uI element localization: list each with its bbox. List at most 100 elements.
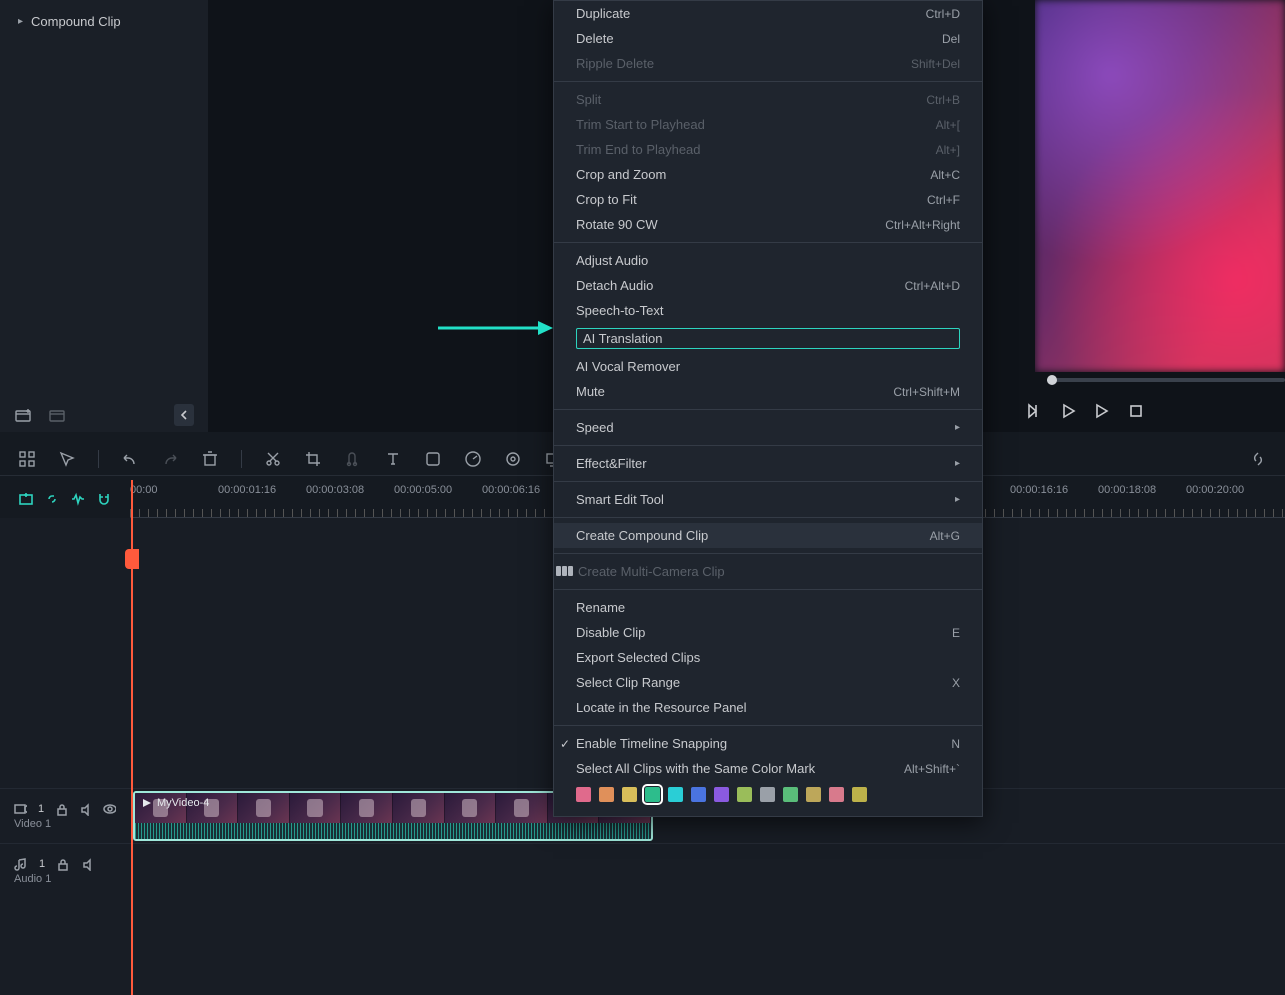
- prev-frame-icon[interactable]: [1025, 402, 1043, 420]
- magnet-icon[interactable]: [96, 491, 112, 507]
- wave-track-icon[interactable]: [70, 491, 86, 507]
- folder-icon[interactable]: [48, 406, 66, 424]
- menu-item-mute[interactable]: MuteCtrl+Shift+M: [554, 379, 982, 404]
- menu-item-smart-edit-tool[interactable]: Smart Edit Tool▸: [554, 487, 982, 512]
- play-icon[interactable]: [1059, 402, 1077, 420]
- color-swatch[interactable]: [622, 787, 637, 802]
- ruler-tick: 00:00:18:08: [1098, 484, 1156, 496]
- menu-item-label: Select All Clips with the Same Color Mar…: [576, 761, 904, 776]
- stop-icon[interactable]: [1127, 402, 1145, 420]
- menu-item-label: AI Vocal Remover: [576, 359, 960, 374]
- color-icon[interactable]: [504, 450, 522, 468]
- menu-item-ripple-delete: Ripple DeleteShift+Del: [554, 51, 982, 76]
- color-swatch[interactable]: [806, 787, 821, 802]
- chevron-left-icon: [179, 410, 189, 420]
- link-track-icon[interactable]: [44, 491, 60, 507]
- lock-icon[interactable]: [56, 857, 70, 871]
- menu-item-rotate-90-cw[interactable]: Rotate 90 CWCtrl+Alt+Right: [554, 212, 982, 237]
- menu-item-label: Smart Edit Tool: [576, 492, 947, 507]
- menu-item-crop-to-fit[interactable]: Crop to FitCtrl+F: [554, 187, 982, 212]
- menu-item-shortcut: Alt+]: [936, 143, 960, 157]
- visibility-icon[interactable]: [103, 802, 116, 816]
- menu-item-rename[interactable]: Rename: [554, 595, 982, 620]
- mute-track-icon[interactable]: [81, 857, 95, 871]
- track-name: Video 1: [14, 818, 116, 830]
- sidebar-item-compound-clip[interactable]: ▸ Compound Clip: [10, 8, 198, 35]
- menu-item-label: Adjust Audio: [576, 253, 960, 268]
- cut-icon[interactable]: [264, 450, 282, 468]
- color-swatch[interactable]: [852, 787, 867, 802]
- menu-item-export-selected-clips[interactable]: Export Selected Clips: [554, 645, 982, 670]
- menu-item-effect-filter[interactable]: Effect&Filter ▸: [554, 451, 982, 476]
- menu-item-create-compound-clip[interactable]: Create Compound ClipAlt+G: [554, 523, 982, 548]
- speed-icon[interactable]: [464, 450, 482, 468]
- ruler-tick: 00:00:16:16: [1010, 484, 1068, 496]
- lock-icon[interactable]: [55, 802, 68, 816]
- link-icon[interactable]: [1249, 450, 1267, 468]
- text-icon[interactable]: [384, 450, 402, 468]
- grid-icon[interactable]: [18, 450, 36, 468]
- menu-item-trim-end-to-playhead: Trim End to PlayheadAlt+]: [554, 137, 982, 162]
- delete-icon[interactable]: [201, 450, 219, 468]
- menu-item-select-all-clips-with-the-same-color-mark[interactable]: Select All Clips with the Same Color Mar…: [554, 756, 982, 781]
- track-count: 1: [39, 858, 45, 870]
- menu-item-speed[interactable]: Speed ▸: [554, 415, 982, 440]
- menu-separator: [554, 517, 982, 518]
- menu-item-shortcut: Alt+C: [930, 168, 960, 182]
- caret-right-icon: ▸: [18, 16, 23, 27]
- ruler-tick: 00:00:20:00: [1186, 484, 1244, 496]
- slider-track[interactable]: [1047, 378, 1285, 382]
- menu-item-enable-timeline-snapping[interactable]: ✓Enable Timeline SnappingN: [554, 731, 982, 756]
- menu-item-delete[interactable]: DeleteDel: [554, 26, 982, 51]
- menu-item-shortcut: Ctrl+B: [926, 93, 960, 107]
- collapse-sidebar-button[interactable]: [174, 404, 194, 426]
- menu-separator: [554, 445, 982, 446]
- menu-item-speech-to-text[interactable]: Speech-to-Text: [554, 298, 982, 323]
- track-label-video: 1 Video 1: [0, 798, 130, 834]
- menu-item-disable-clip[interactable]: Disable ClipE: [554, 620, 982, 645]
- add-track-icon[interactable]: [18, 491, 34, 507]
- pointer-icon[interactable]: [58, 450, 76, 468]
- track-content-audio[interactable]: [130, 844, 1285, 898]
- playhead-grip[interactable]: [125, 549, 139, 569]
- color-swatch[interactable]: [668, 787, 683, 802]
- menu-item-label: Effect&Filter: [576, 456, 947, 471]
- color-swatch[interactable]: [599, 787, 614, 802]
- mask-icon[interactable]: [424, 450, 442, 468]
- color-swatch[interactable]: [691, 787, 706, 802]
- chevron-right-icon: ▸: [955, 458, 960, 469]
- menu-item-label: Speed: [576, 420, 947, 435]
- menu-item-locate-in-the-resource-panel[interactable]: Locate in the Resource Panel: [554, 695, 982, 720]
- color-swatch[interactable]: [783, 787, 798, 802]
- crop-icon[interactable]: [304, 450, 322, 468]
- menu-item-label: Crop and Zoom: [576, 167, 930, 182]
- menu-item-label: AI Translation: [576, 328, 960, 349]
- menu-item-shortcut: Ctrl+F: [927, 193, 960, 207]
- redo-icon[interactable]: [161, 450, 179, 468]
- context-menu: DuplicateCtrl+DDeleteDelRipple DeleteShi…: [553, 0, 983, 817]
- menu-item-duplicate[interactable]: DuplicateCtrl+D: [554, 1, 982, 26]
- menu-item-shortcut: X: [952, 676, 960, 690]
- color-swatch[interactable]: [714, 787, 729, 802]
- menu-item-select-clip-range[interactable]: Select Clip RangeX: [554, 670, 982, 695]
- next-icon[interactable]: [1093, 402, 1111, 420]
- menu-item-ai-vocal-remover[interactable]: AI Vocal Remover: [554, 354, 982, 379]
- new-folder-icon[interactable]: [14, 406, 32, 424]
- slider-thumb[interactable]: [1047, 375, 1057, 385]
- color-swatch[interactable]: [737, 787, 752, 802]
- color-swatch[interactable]: [645, 787, 660, 802]
- menu-item-detach-audio[interactable]: Detach AudioCtrl+Alt+D: [554, 273, 982, 298]
- mute-track-icon[interactable]: [79, 802, 92, 816]
- chevron-right-icon: ▸: [955, 422, 960, 433]
- menu-item-crop-and-zoom[interactable]: Crop and ZoomAlt+C: [554, 162, 982, 187]
- menu-item-shortcut: Ctrl+Alt+Right: [885, 218, 960, 232]
- preview-progress[interactable]: [1035, 372, 1285, 388]
- undo-icon[interactable]: [121, 450, 139, 468]
- color-swatch[interactable]: [576, 787, 591, 802]
- color-swatch[interactable]: [760, 787, 775, 802]
- audio-tool-icon[interactable]: [344, 450, 362, 468]
- color-swatch[interactable]: [829, 787, 844, 802]
- menu-item-adjust-audio[interactable]: Adjust Audio: [554, 248, 982, 273]
- playback-controls: [1025, 402, 1145, 420]
- menu-item-ai-translation[interactable]: AI Translation: [554, 323, 982, 354]
